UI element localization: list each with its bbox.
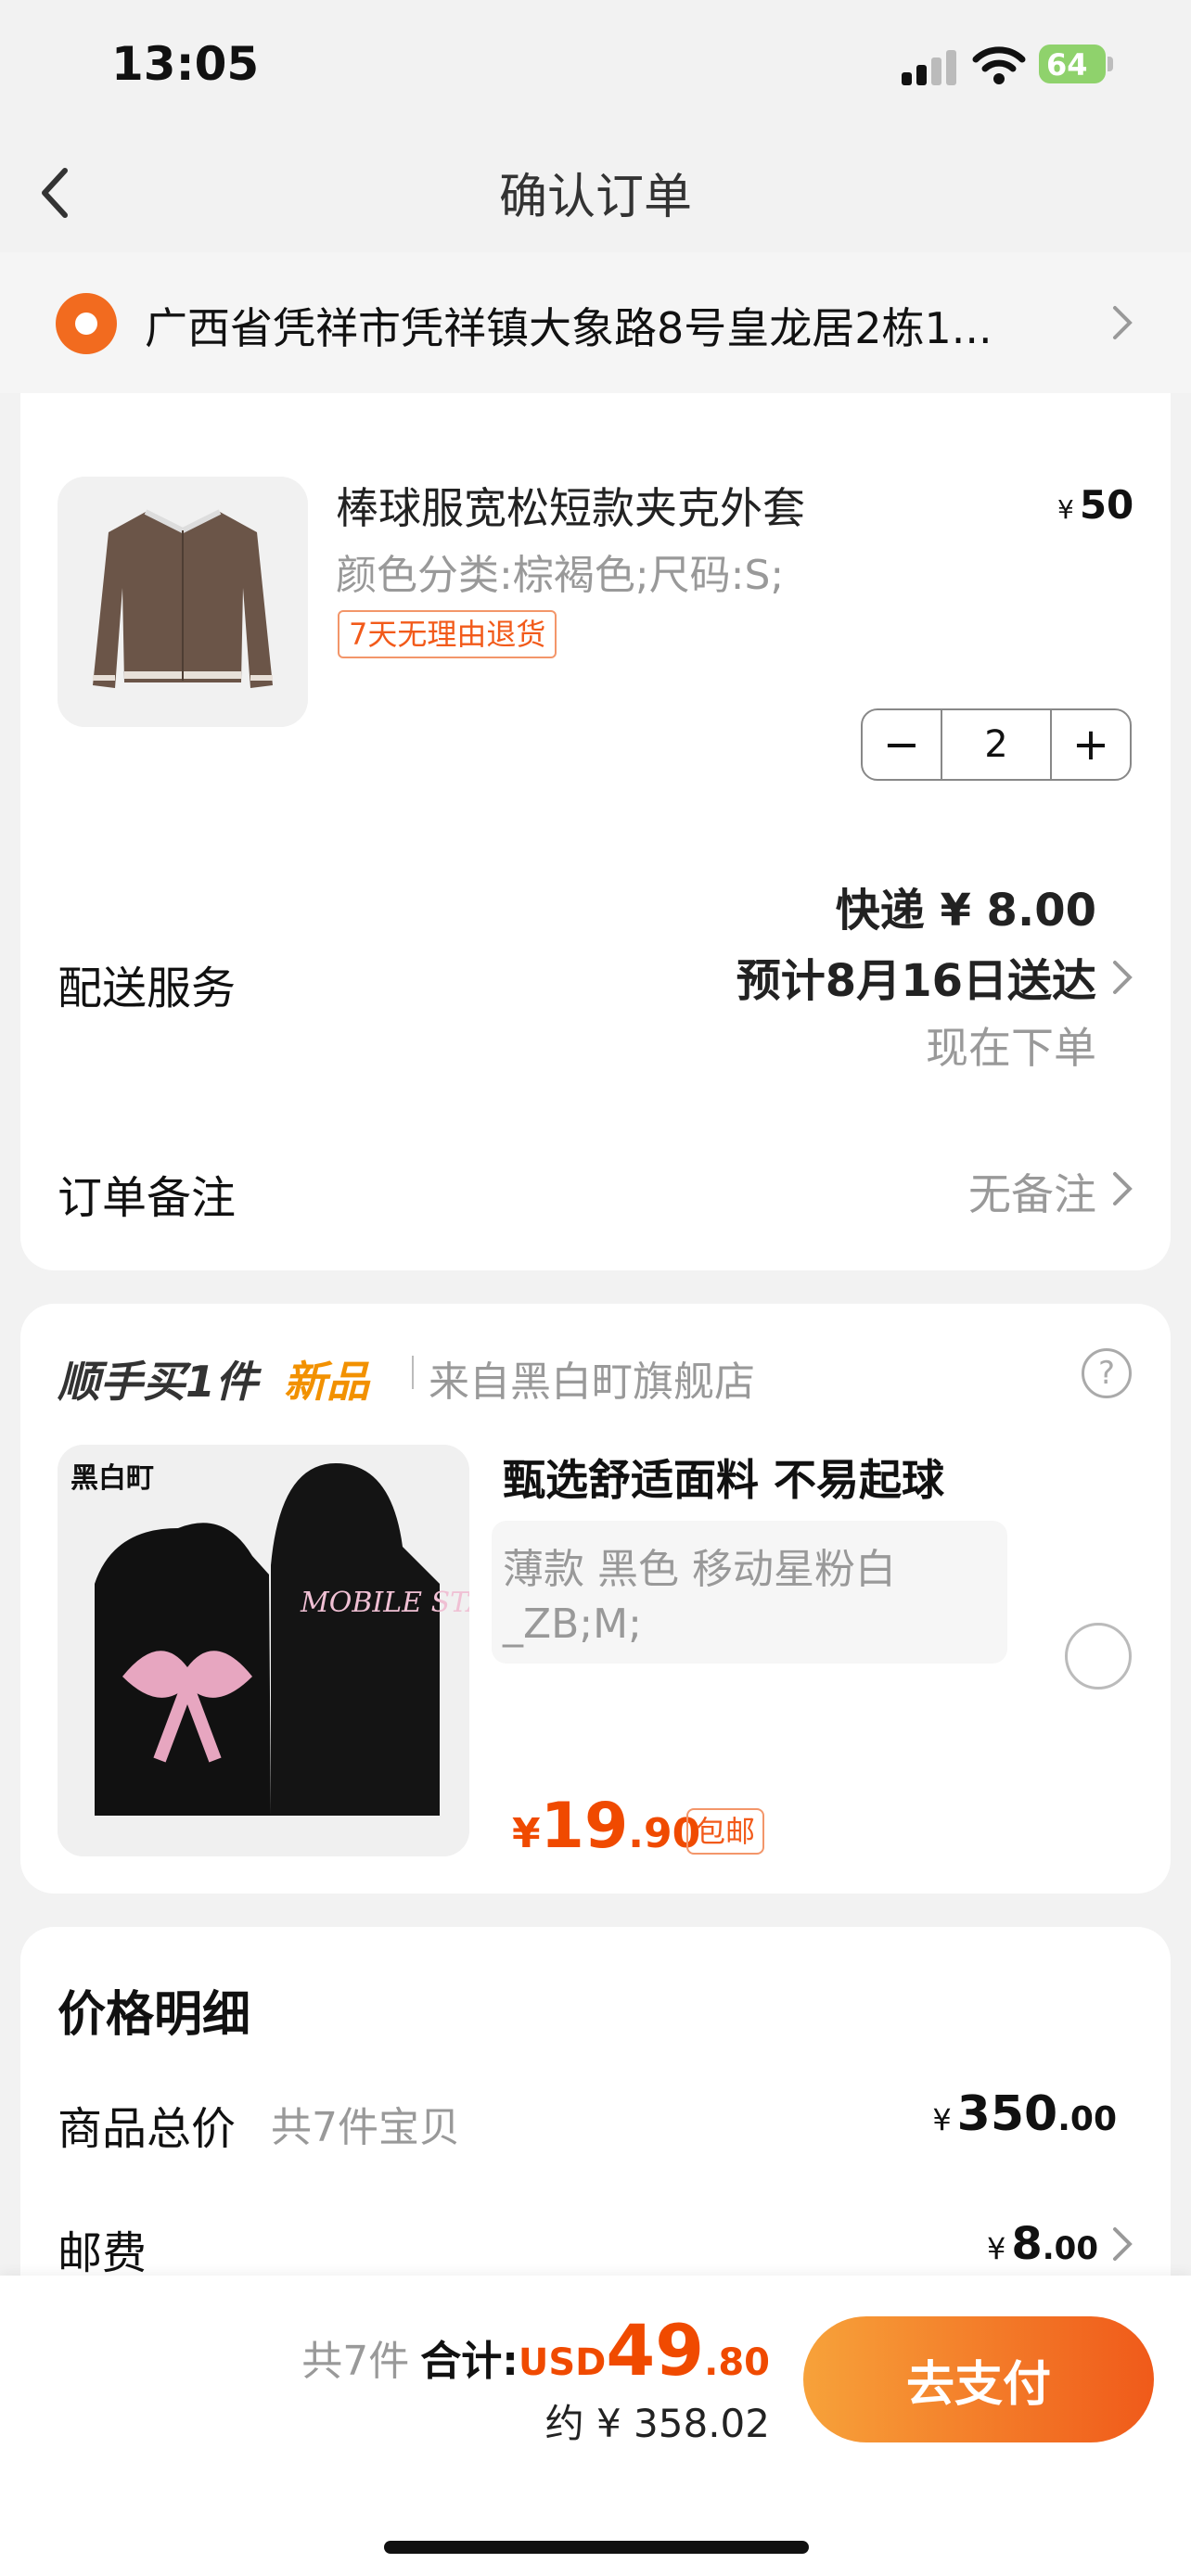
battery-level: 64	[1046, 47, 1088, 83]
minus-icon[interactable]: −	[863, 710, 942, 779]
upsell-price: ¥19.90	[512, 1790, 700, 1863]
upsell-spec-line2: _ZB;M;	[503, 1600, 642, 1648]
status-time: 13:05	[111, 37, 260, 91]
page-title: 确认订单	[498, 170, 692, 225]
return-tag: 7天无理由退货	[338, 610, 557, 658]
location-pin-icon	[56, 293, 117, 354]
home-indicator	[384, 2541, 809, 2554]
upsell-spec-line1: 薄款 黑色 移动星粉白	[503, 1546, 896, 1593]
plus-icon[interactable]: +	[1050, 710, 1130, 779]
upsell-new-label: 新品	[284, 1357, 369, 1407]
chevron-right-icon[interactable]	[1111, 2225, 1133, 2263]
divider	[412, 1356, 414, 1389]
price-detail-title: 价格明细	[58, 1987, 251, 2043]
quantity-value[interactable]: 2	[942, 710, 1050, 779]
help-icon[interactable]: ?	[1082, 1348, 1132, 1398]
signal-icon	[902, 50, 957, 85]
total-dec: .00	[1057, 2100, 1117, 2138]
pay-button[interactable]: 去支付	[803, 2316, 1154, 2442]
shipping-symbol: ¥	[987, 2231, 1006, 2266]
sum-dec: .80	[704, 2341, 770, 2384]
total-symbol: ¥	[932, 2102, 952, 2137]
sum-label: 合计:	[420, 2338, 519, 2385]
upsell-image-brand: 黑白町	[70, 1462, 154, 1495]
product-price: ¥50	[1057, 482, 1133, 528]
total-label: 商品总价	[58, 2103, 237, 2155]
upsell-headline[interactable]: 甄选舒适面料 不易起球	[503, 1447, 944, 1508]
remark-label: 订单备注	[58, 1172, 237, 1224]
sum-count: 共7件	[301, 2338, 410, 2385]
quantity-stepper: − 2 +	[861, 708, 1132, 781]
upsell-store[interactable]: 来自黑白町旗舰店	[429, 1348, 755, 1408]
shipping-dec: .00	[1042, 2230, 1098, 2267]
price-value: 50	[1079, 482, 1134, 528]
product-name[interactable]: 棒球服宽松短款夹克外套	[336, 475, 805, 536]
address-text[interactable]: 广西省凭祥市凭祥镇大象路8号皇龙居2栋1...	[145, 295, 992, 356]
remark-value[interactable]: 无备注	[968, 1161, 1096, 1222]
product-image[interactable]	[58, 477, 308, 727]
free-shipping-tag: 包邮	[686, 1808, 765, 1855]
upsell-image-caption: MOBILE STARS	[300, 1587, 469, 1619]
wifi-icon	[972, 45, 1026, 85]
chevron-right-icon[interactable]	[1111, 959, 1133, 996]
shipping-int: 8	[1011, 2218, 1043, 2270]
sum-int: 49	[606, 2309, 705, 2391]
upsell-title: 顺手买1件	[58, 1357, 259, 1407]
approx-amount: 约 ¥ 358.02	[544, 2401, 770, 2446]
delivery-fee[interactable]: 快递 ¥ 8.00	[836, 874, 1096, 938]
total-int: 350	[956, 2086, 1058, 2142]
upsell-product-image[interactable]: MOBILE STARS 黑白町	[58, 1445, 469, 1856]
shipping-amount[interactable]: ¥8.00	[987, 2218, 1098, 2270]
chevron-right-icon[interactable]	[1111, 1170, 1133, 1207]
chevron-right-icon[interactable]	[1111, 304, 1133, 341]
battery-icon: 64	[1039, 45, 1113, 83]
upsell-price-int: 19	[540, 1790, 629, 1863]
product-spec[interactable]: 颜色分类:棕褐色;尺码:S;	[336, 542, 784, 601]
total-count: 共7件宝贝	[271, 2104, 460, 2151]
delivery-order-now: 现在下单	[926, 1023, 1096, 1073]
radio-icon[interactable]	[1065, 1623, 1132, 1690]
sum-line: 共7件 合计:USD49.80	[301, 2309, 770, 2391]
delivery-label: 配送服务	[58, 963, 237, 1014]
sum-currency: USD	[518, 2341, 607, 2384]
delivery-eta[interactable]: 预计8月16日送达	[736, 944, 1096, 1009]
total-amount: ¥350.00	[932, 2086, 1117, 2142]
shipping-label: 邮费	[58, 2227, 147, 2279]
price-symbol: ¥	[1057, 494, 1074, 525]
upsell-price-currency: ¥	[512, 1810, 541, 1857]
